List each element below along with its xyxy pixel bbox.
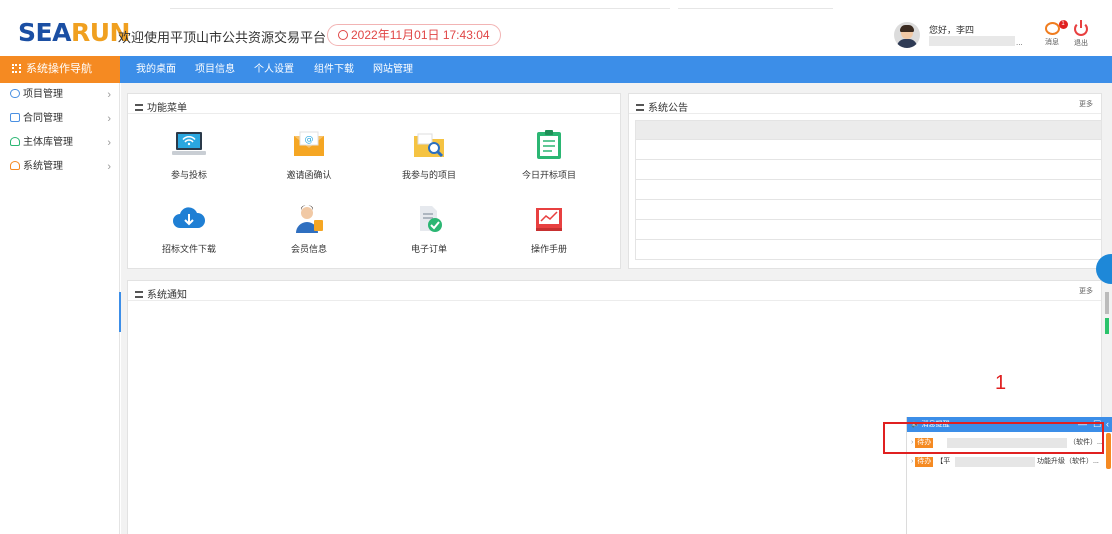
cloud-download-icon — [173, 207, 206, 228]
chevron-right-icon: › — [107, 161, 111, 173]
list-icon — [636, 104, 644, 111]
sidebar-item-project-management[interactable]: 项目管理 › — [0, 83, 119, 107]
notification-more-link[interactable]: 更多 — [1079, 286, 1093, 296]
svg-text:@: @ — [305, 135, 314, 145]
table-row[interactable] — [635, 200, 1102, 220]
top-header: SEARUN 欢迎使用平顶山市公共资源交易平台 2022年11月01日 17:4… — [0, 0, 1112, 56]
table-row[interactable] — [635, 160, 1102, 180]
table-header-row — [635, 120, 1102, 140]
chevron-right-icon: › — [107, 89, 111, 101]
message-bubble-icon: 1 — [1044, 20, 1068, 35]
folder-search-icon — [414, 133, 444, 158]
panel-title: 系统公告 — [636, 99, 688, 114]
chat-icon — [10, 89, 20, 98]
sidebar-item-entity-library[interactable]: 主体库管理 › — [0, 131, 119, 155]
todo-badge: 待办 — [915, 457, 934, 467]
menu-tile-e-order[interactable]: 电子订单 — [379, 204, 479, 255]
grid-icon — [12, 64, 21, 73]
menu-tile-bid-participation[interactable]: 参与投标 — [139, 130, 239, 181]
envelope-icon: @ — [294, 131, 324, 156]
nav-tab-site-management[interactable]: 网站管理 — [373, 56, 413, 83]
message-row[interactable]: › 待办 【平 功能升级（软件）... — [911, 456, 1111, 468]
panel-title: 功能菜单 — [135, 99, 187, 114]
message-count-badge: 1 — [1058, 20, 1068, 29]
clock-icon — [338, 30, 348, 40]
announcement-panel: 系统公告 更多 — [628, 93, 1102, 269]
sidebar-nav-title[interactable]: 系统操作导航 — [0, 56, 120, 83]
menu-tile-manual[interactable]: 操作手册 — [499, 204, 599, 255]
header-divider — [678, 8, 833, 9]
avatar[interactable] — [894, 22, 920, 48]
popup-scrollbar[interactable] — [1106, 433, 1111, 469]
nav-tab-project-info[interactable]: 项目信息 — [195, 56, 235, 83]
nav-tab-desktop[interactable]: 我的桌面 — [136, 56, 176, 83]
order-check-icon — [420, 206, 442, 232]
messages-button[interactable]: 1 消息 — [1041, 20, 1068, 52]
header-divider — [170, 8, 670, 9]
nav-tab-personal-settings[interactable]: 个人设置 — [254, 56, 294, 83]
power-icon — [1074, 20, 1088, 36]
datetime-text: 2022年11月01日 17:43:04 — [351, 28, 490, 42]
menu-tile-today-bid-opening[interactable]: 今日开标项目 — [499, 130, 599, 181]
logout-button[interactable]: 退出 — [1069, 20, 1093, 52]
laptop-wifi-icon — [172, 132, 206, 155]
function-menu-panel: 功能菜单 参与投标 @ 邀请函确认 我参与的项目 今日开标项目 招标文件下载 会… — [127, 93, 621, 269]
sidebar-item-contract-management[interactable]: 合同管理 › — [0, 107, 119, 131]
welcome-text: 欢迎使用平顶山市公共资源交易平台 — [118, 30, 327, 45]
top-nav: 我的桌面 项目信息 个人设置 组件下载 网站管理 — [120, 56, 1112, 83]
menu-tile-my-projects[interactable]: 我参与的项目 — [379, 130, 479, 181]
annotation-number: 1 — [995, 372, 1007, 394]
clipboard-icon — [537, 130, 561, 159]
table-row[interactable] — [635, 220, 1102, 240]
sidebar-collapse-handle[interactable] — [119, 292, 121, 332]
document-icon — [10, 113, 20, 122]
messages-label: 消息 — [1045, 39, 1059, 46]
users-icon — [10, 161, 20, 170]
name-ellipsis: ... — [1016, 38, 1023, 47]
menu-tile-tender-download[interactable]: 招标文件下载 — [139, 204, 239, 255]
menu-tile-invitation-confirm[interactable]: @ 邀请函确认 — [259, 130, 359, 181]
table-row[interactable] — [635, 240, 1102, 260]
chevron-right-icon: › — [107, 137, 111, 149]
datetime-badge: 2022年11月01日 17:43:04 — [327, 24, 501, 46]
chevron-right-icon: › — [107, 113, 111, 125]
floating-green-bar — [1105, 318, 1109, 334]
floating-scroll-indicator — [1105, 292, 1109, 314]
user-greeting: 您好，李四 — [929, 25, 975, 35]
redacted-text — [955, 457, 1035, 467]
sidebar-item-system-management[interactable]: 系统管理 › — [0, 155, 119, 179]
sidebar: 项目管理 › 合同管理 › 主体库管理 › 系统管理 › — [0, 83, 120, 534]
table-row[interactable] — [635, 140, 1102, 160]
manual-chart-icon — [536, 208, 562, 231]
close-icon[interactable]: ‹ — [1106, 417, 1109, 432]
list-icon — [135, 291, 143, 298]
logout-label: 退出 — [1074, 40, 1088, 47]
table-row[interactable] — [635, 180, 1102, 200]
announcement-more-link[interactable]: 更多 — [1079, 99, 1093, 109]
menu-tile-member-info[interactable]: 会员信息 — [259, 204, 359, 255]
searun-logo[interactable]: SEARUN — [18, 18, 130, 47]
redacted-username — [929, 36, 1015, 46]
user-icon — [10, 137, 20, 146]
highlight-box — [883, 422, 1104, 454]
list-icon — [135, 104, 143, 111]
announcement-table — [635, 120, 1102, 260]
nav-tab-component-download[interactable]: 组件下载 — [314, 56, 354, 83]
member-icon — [296, 205, 323, 233]
panel-title: 系统通知 — [135, 286, 187, 301]
